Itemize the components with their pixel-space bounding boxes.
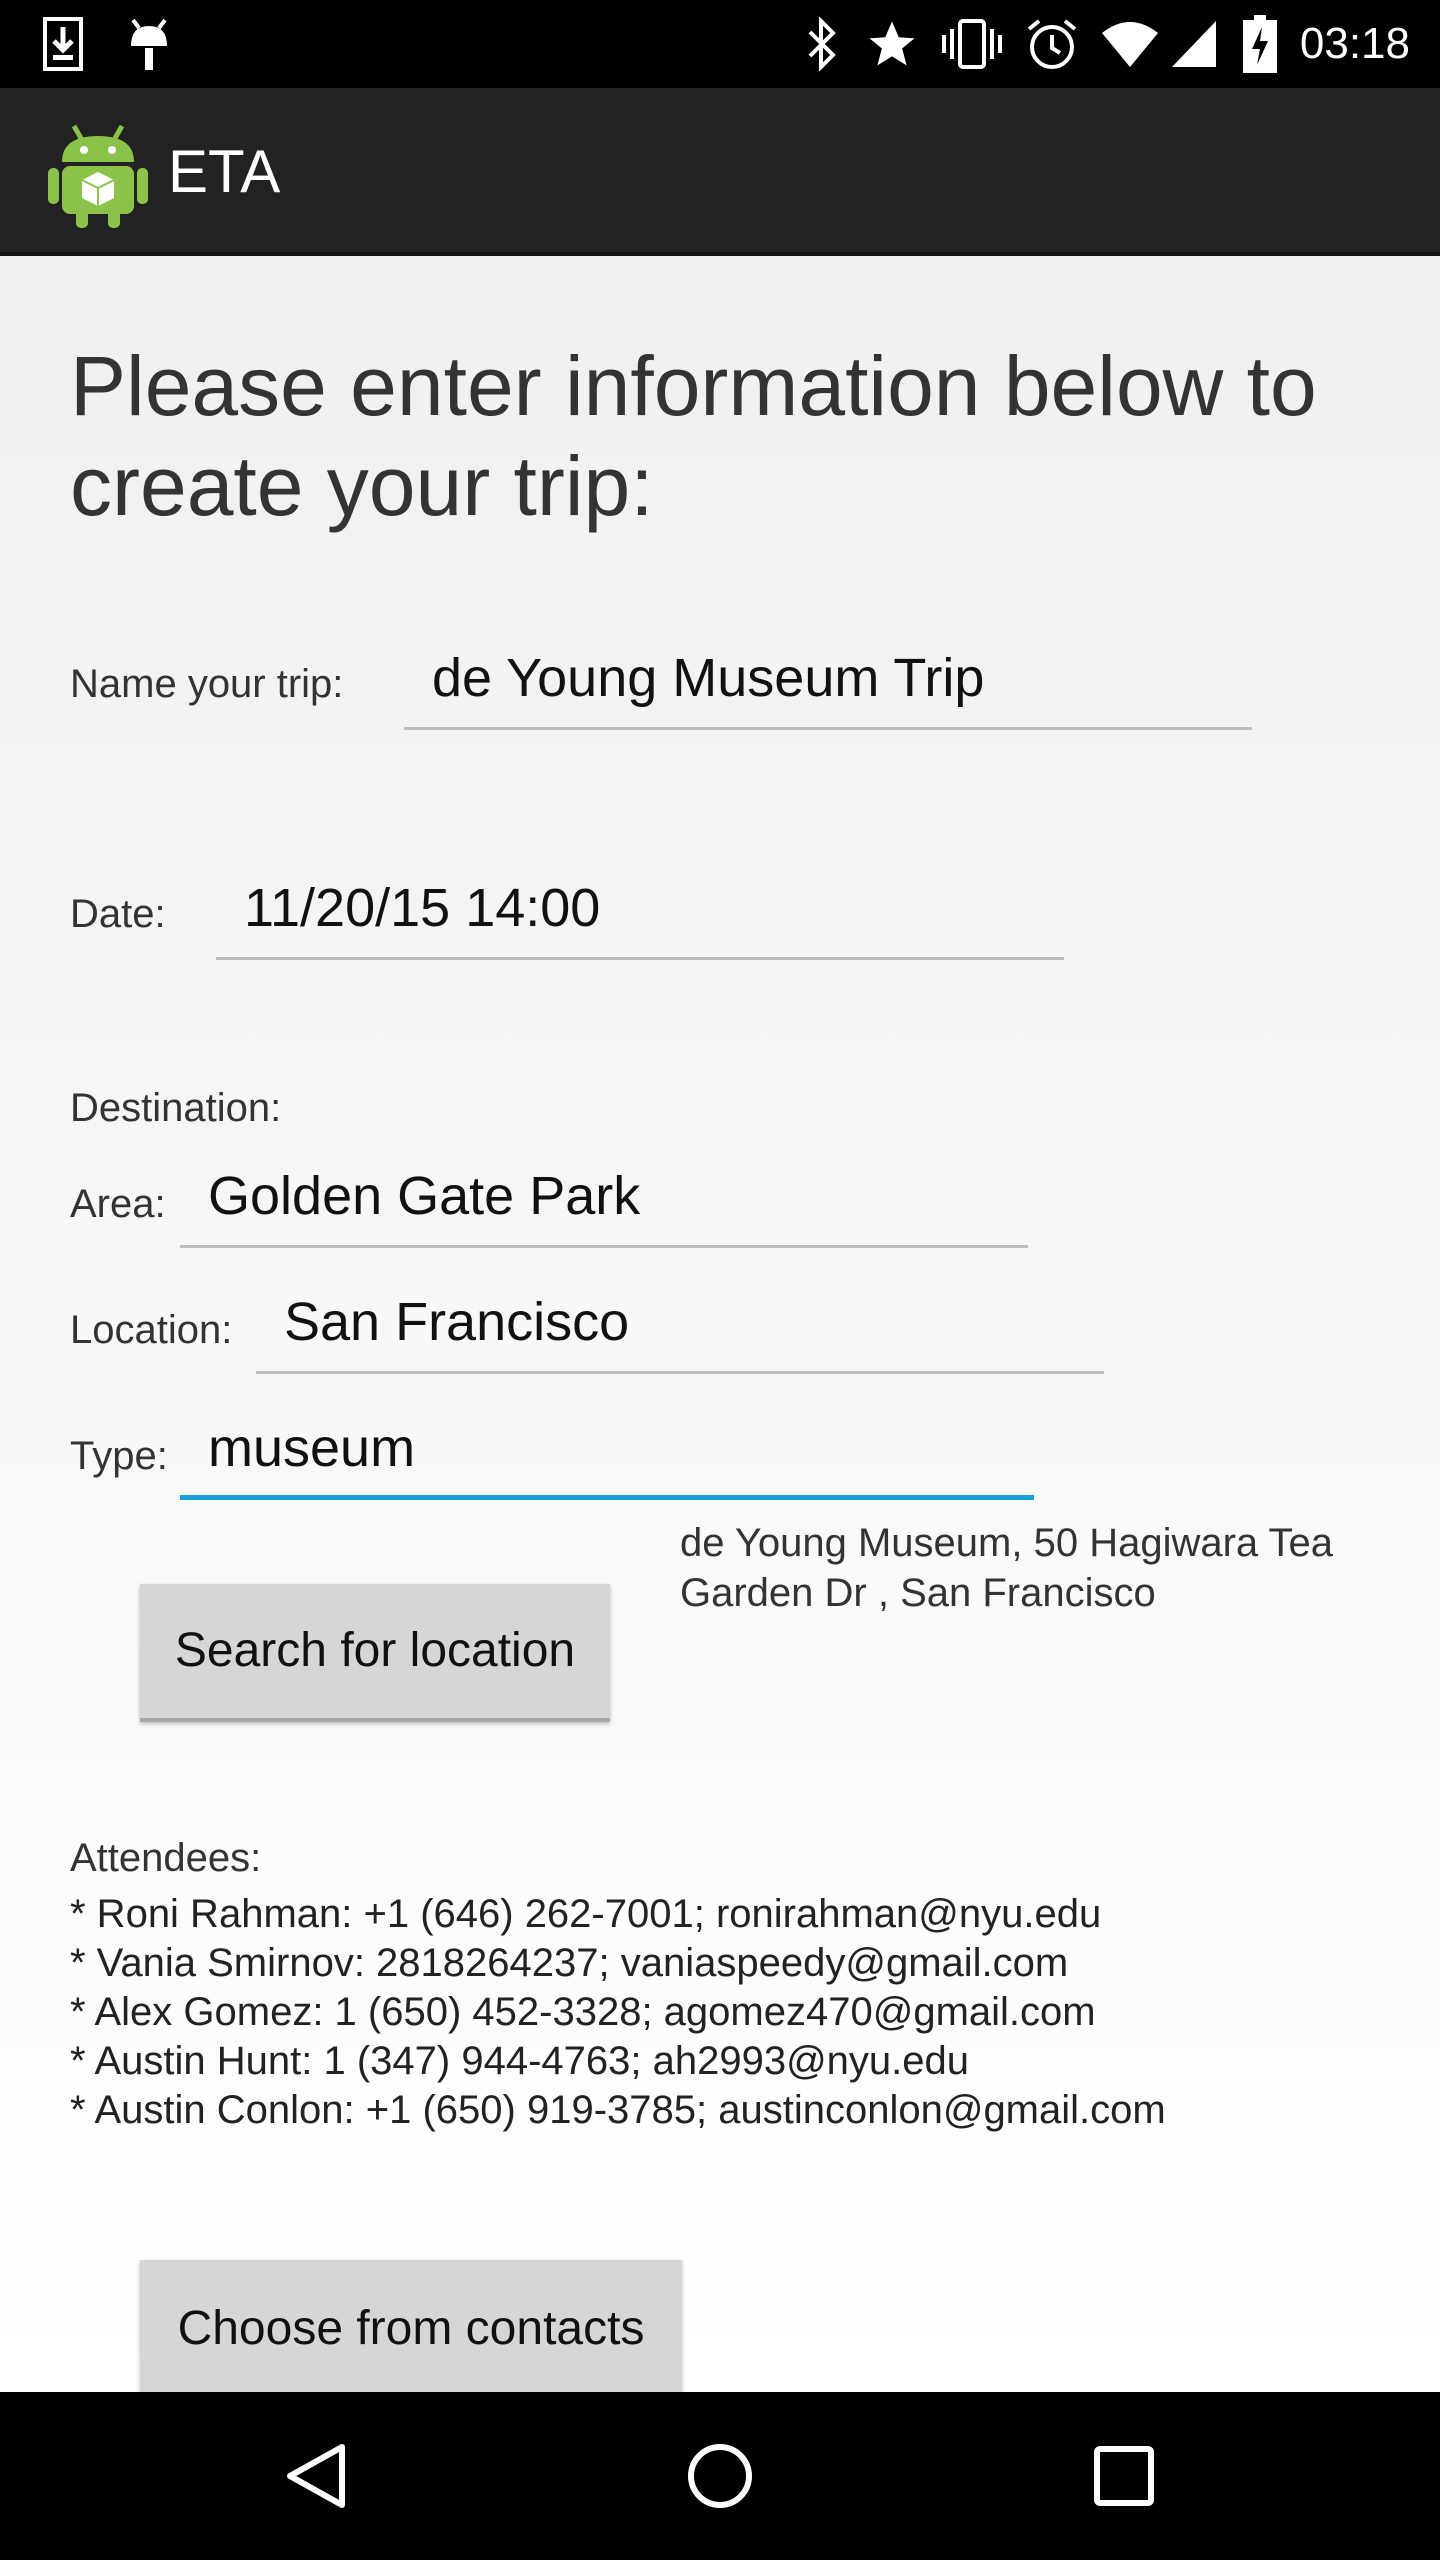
bluetooth-icon (800, 14, 844, 74)
app-title: ETA (168, 138, 281, 205)
clock: 03:18 (1299, 19, 1410, 68)
signal-icon (1168, 14, 1220, 74)
android-debug-icon (124, 14, 174, 74)
choose-contacts-button[interactable]: Choose from contacts (140, 2260, 682, 2392)
home-icon[interactable] (670, 2426, 770, 2526)
navigation-bar (0, 2392, 1440, 2560)
area-label: Area: (70, 1182, 166, 1226)
attendee-item: * Austin Conlon: +1 (650) 919-3785; aust… (70, 2088, 1166, 2132)
trip-name-field[interactable]: de Young Museum Trip (404, 648, 1252, 730)
trip-name-label: Name your trip: (70, 662, 344, 706)
type-field[interactable]: museum (180, 1418, 1034, 1500)
search-result[interactable]: de Young Museum, 50 Hagiwara Tea Garden … (680, 1518, 1400, 1618)
location-field[interactable]: San Francisco (256, 1292, 1104, 1374)
attendee-item: * Austin Hunt: 1 (347) 944-4763; ah2993@… (70, 2039, 970, 2083)
recents-icon[interactable] (1074, 2426, 1174, 2526)
status-bar: 03:18 (0, 0, 1440, 88)
date-field[interactable]: 11/20/15 14:00 (216, 878, 1064, 960)
wifi-icon (1100, 14, 1160, 74)
back-icon[interactable] (266, 2426, 366, 2526)
star-icon (864, 14, 920, 74)
vibrate-icon (940, 14, 1004, 74)
action-bar: ETA (0, 88, 1440, 256)
area-field[interactable]: Golden Gate Park (180, 1166, 1028, 1248)
attendee-item: * Alex Gomez: 1 (650) 452-3328; agomez47… (70, 1990, 1096, 2034)
download-icon (38, 14, 88, 74)
search-location-button[interactable]: Search for location (140, 1584, 610, 1722)
type-label: Type: (70, 1434, 168, 1478)
location-label: Location: (70, 1308, 233, 1352)
attendee-item: * Vania Smirnov: 2818264237; vaniaspeedy… (70, 1941, 1069, 1985)
page-title: Please enter information below to create… (70, 339, 1317, 533)
date-label: Date: (70, 892, 166, 936)
attendees-label: Attendees: (70, 1836, 262, 1880)
battery-charging-icon (1242, 14, 1278, 74)
alarm-icon (1024, 14, 1080, 74)
android-app-icon (48, 118, 148, 228)
destination-label: Destination: (70, 1086, 282, 1130)
attendee-item: * Roni Rahman: +1 (646) 262-7001; ronira… (70, 1892, 1102, 1936)
trip-form: Please enter information below to create… (0, 256, 1440, 2392)
